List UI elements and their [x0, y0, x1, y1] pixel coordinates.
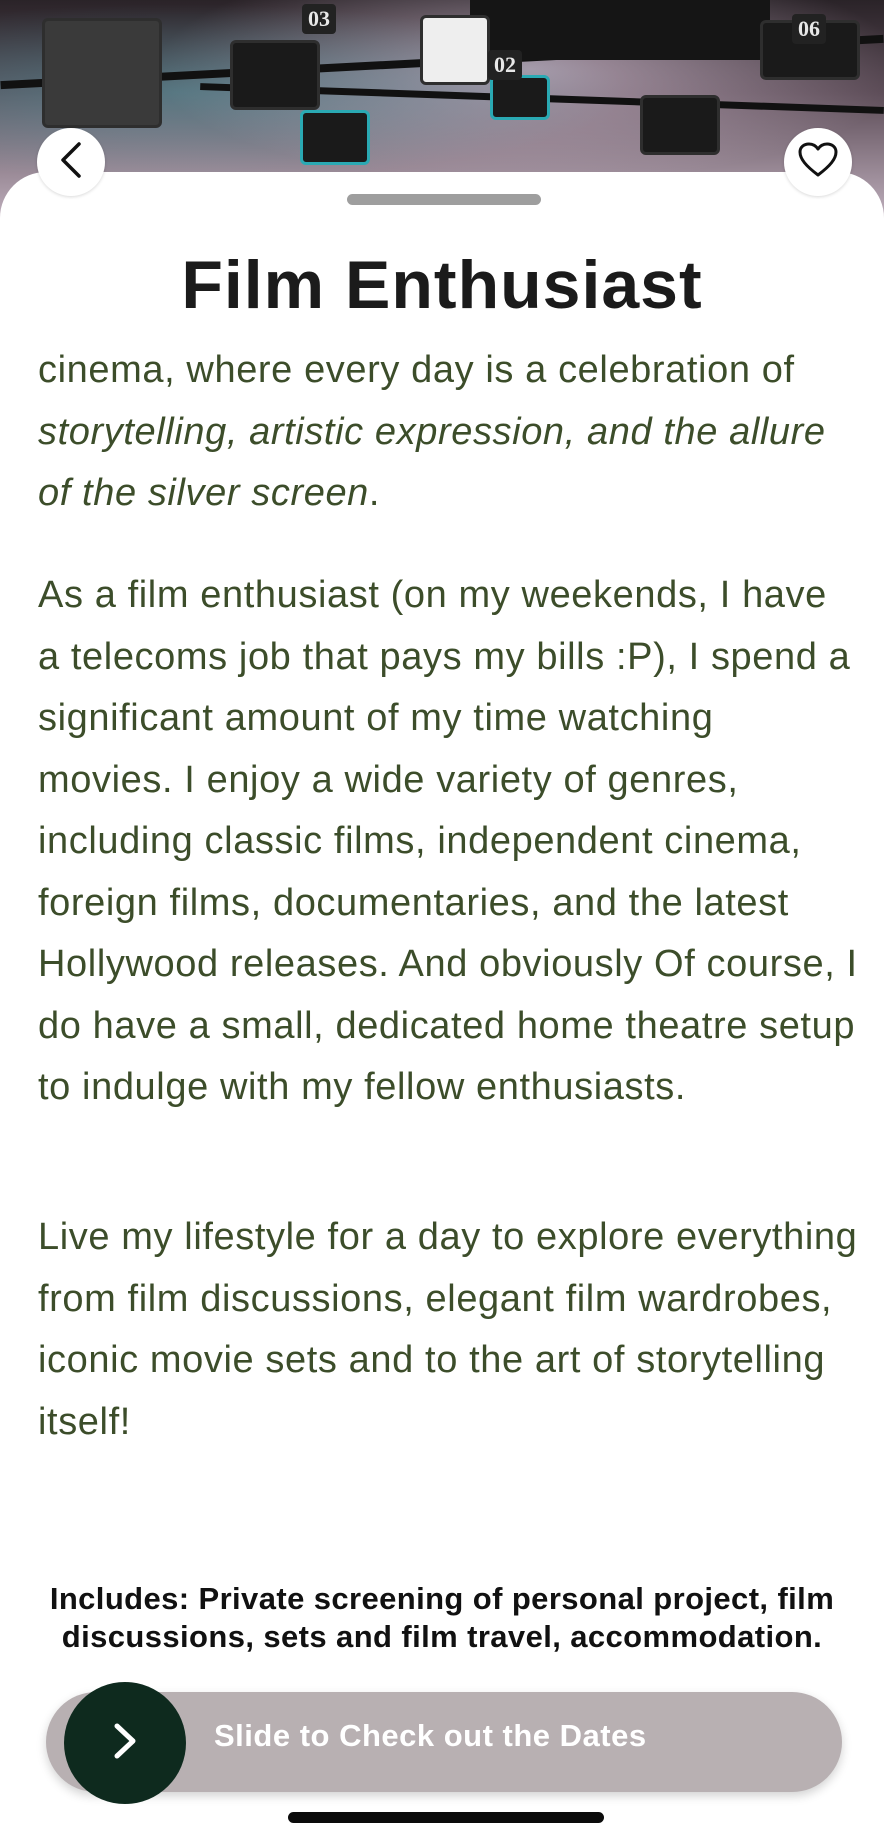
- description-text: cinema, where every day is a celebration…: [38, 349, 795, 391]
- hero-label: 02: [488, 50, 522, 80]
- description-text: .: [368, 472, 381, 514]
- chevron-left-icon: [59, 140, 83, 185]
- home-indicator: [288, 1812, 604, 1823]
- page-title: Film Enthusiast: [181, 247, 703, 323]
- softbox-light: [42, 18, 162, 128]
- hero-label: 06: [792, 14, 826, 44]
- stage-light: [300, 110, 370, 165]
- favorite-button[interactable]: [784, 128, 852, 196]
- detail-sheet[interactable]: Film Enthusiast cinema, where every day …: [0, 172, 884, 1838]
- includes-text: Includes: Private screening of personal …: [49, 1581, 835, 1654]
- stage-light: [640, 95, 720, 155]
- description-emphasis: storytelling, artistic expression, and t…: [38, 410, 826, 515]
- stage-light: [420, 15, 490, 85]
- description-paragraph: Live my lifestyle for a day to explore e…: [38, 1216, 858, 1443]
- chevron-right-icon: [112, 1721, 138, 1766]
- back-button[interactable]: [37, 128, 105, 196]
- stage-light: [230, 40, 320, 110]
- heart-outline-icon: [798, 142, 838, 183]
- hero-label: 03: [302, 4, 336, 34]
- slider-label: Slide to Check out the Dates: [214, 1718, 647, 1753]
- sheet-grabber[interactable]: [347, 194, 541, 205]
- slider-knob[interactable]: [64, 1682, 186, 1804]
- description-paragraph: cinema, where every day is a celebration…: [38, 340, 858, 525]
- stage-light: [490, 75, 550, 120]
- description-paragraph: As a film enthusiast (on my weekends, I …: [38, 574, 858, 1108]
